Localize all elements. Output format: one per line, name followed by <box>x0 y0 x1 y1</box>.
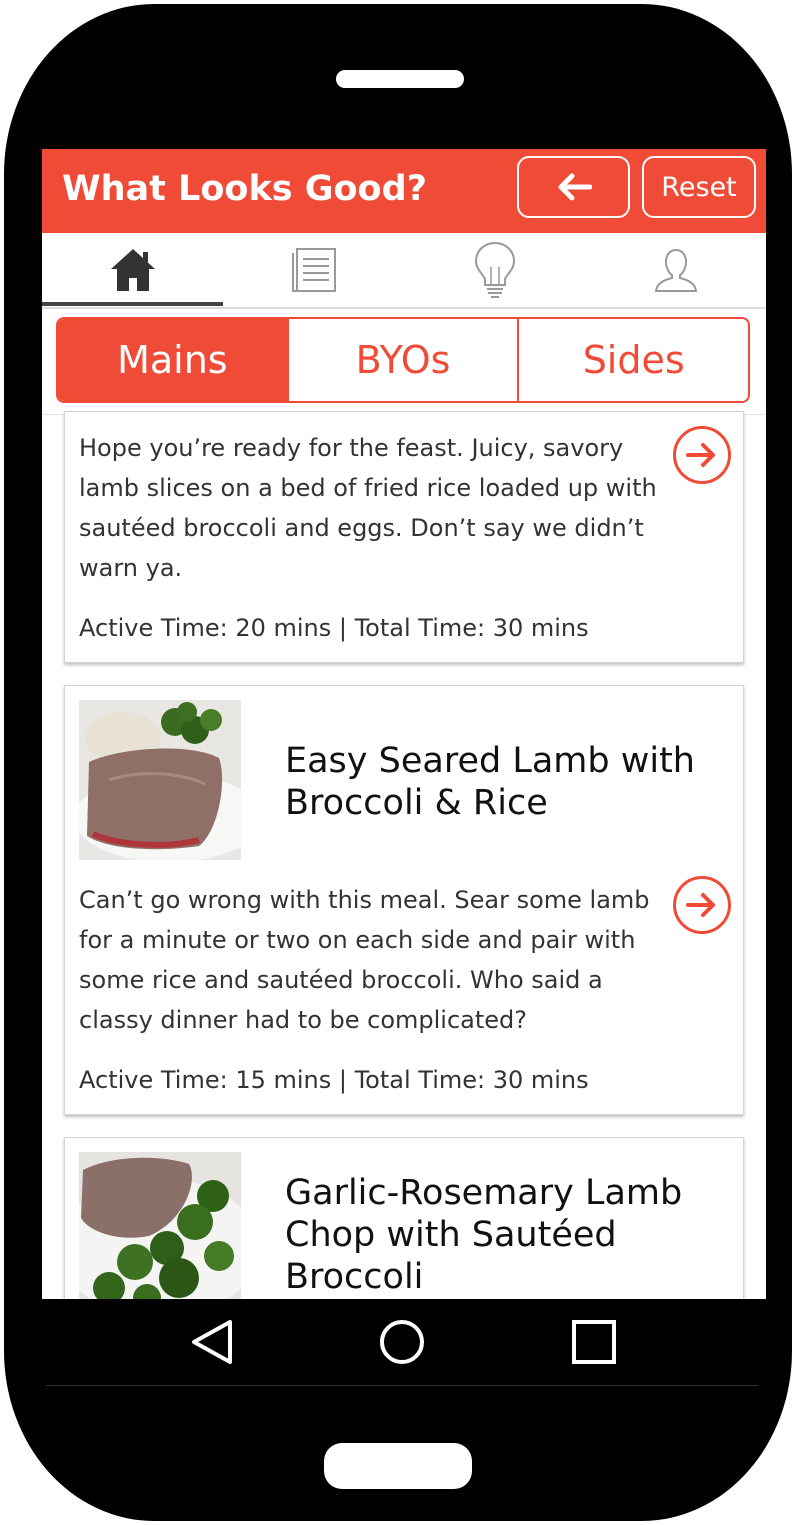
arrow-right-icon <box>686 893 715 917</box>
app-screen: What Looks Good? Reset Mains BYOs Sides … <box>42 149 766 1299</box>
recipe-time: Active Time: 20 mins | Total Time: 30 mi… <box>79 614 589 642</box>
app-header: What Looks Good? Reset <box>42 149 766 233</box>
tab-bar <box>42 233 766 309</box>
system-home-button[interactable] <box>372 1317 432 1367</box>
phone-home-key <box>324 1443 472 1489</box>
recents-square-icon <box>572 1320 616 1364</box>
home-icon <box>110 249 155 291</box>
recipe-card[interactable]: Easy Seared Lamb with Broccoli & Rice Ca… <box>64 685 744 1115</box>
open-recipe-button[interactable] <box>673 426 731 484</box>
system-nav-bar <box>46 1299 758 1386</box>
user-icon <box>654 248 697 292</box>
home-circle-icon <box>380 1320 424 1364</box>
recipe-photo <box>79 1152 241 1299</box>
lightbulb-icon <box>474 241 515 298</box>
recipe-title: Garlic-Rosemary Lamb Chop with Sautéed B… <box>285 1173 683 1297</box>
tab-recipes[interactable] <box>223 233 404 307</box>
tab-profile[interactable] <box>585 233 766 307</box>
recipe-card[interactable]: Garlic-Rosemary Lamb Chop with Sautéed B… <box>64 1137 744 1299</box>
recipe-description: Can’t go wrong with this meal. Sear some… <box>79 886 650 1034</box>
open-recipe-button[interactable] <box>673 876 731 934</box>
back-button[interactable] <box>517 156 630 218</box>
recipe-time: Active Time: 15 mins | Total Time: 30 mi… <box>79 1066 589 1094</box>
back-icon <box>192 1320 232 1364</box>
tab-home[interactable] <box>42 233 223 307</box>
arrow-right-icon <box>686 443 715 467</box>
page-title: What Looks Good? <box>62 169 427 209</box>
category-segmented-control: Mains BYOs Sides <box>56 317 750 403</box>
recipe-photo <box>79 700 241 860</box>
system-recents-button[interactable] <box>564 1317 624 1367</box>
phone-speaker <box>336 70 464 88</box>
arrow-left-icon <box>558 173 592 201</box>
recipe-card[interactable]: Hope you’re ready for the feast. Juicy, … <box>64 411 744 663</box>
phone-frame: What Looks Good? Reset Mains BYOs Sides … <box>4 4 792 1521</box>
tab-ideas[interactable] <box>404 233 585 307</box>
segment-sides[interactable]: Sides <box>517 319 748 401</box>
active-tab-indicator <box>42 302 223 306</box>
recipe-title: Easy Seared Lamb with Broccoli & Rice <box>285 741 695 823</box>
reset-button[interactable]: Reset <box>642 156 756 218</box>
recipe-description: Hope you’re ready for the feast. Juicy, … <box>79 434 657 582</box>
segment-mains[interactable]: Mains <box>58 319 287 401</box>
document-icon <box>291 248 336 292</box>
segment-byos[interactable]: BYOs <box>286 319 518 401</box>
system-back-button[interactable] <box>182 1317 242 1367</box>
